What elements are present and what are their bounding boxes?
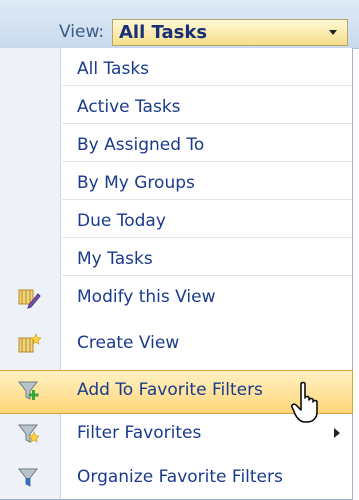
add-filter-icon	[17, 381, 39, 400]
hand-pointer-cursor-icon	[291, 381, 318, 423]
menu-item-modify-this-view[interactable]: Modify this View	[0, 278, 352, 322]
menu-item-my-tasks[interactable]: My Tasks	[0, 238, 352, 276]
menu-item-all-tasks[interactable]: All Tasks	[0, 48, 352, 86]
chevron-down-icon[interactable]	[329, 30, 337, 35]
menu-item-by-assigned-to[interactable]: By Assigned To	[0, 124, 352, 162]
menu-item-by-my-groups[interactable]: By My Groups	[0, 162, 352, 200]
organize-filters-icon	[17, 468, 39, 487]
menu-item-label: All Tasks	[77, 59, 150, 79]
menu-item-label: My Tasks	[77, 249, 153, 269]
submenu-arrow-icon	[334, 428, 340, 438]
create-view-icon	[18, 333, 41, 353]
menu-item-label: Modify this View	[77, 287, 216, 307]
view-bar: View: All Tasks	[0, 0, 359, 49]
menu-item-label: By Assigned To	[77, 135, 205, 155]
divider	[60, 275, 352, 276]
filter-favorites-icon	[17, 424, 40, 443]
modify-view-icon	[18, 289, 41, 309]
menu-item-label: By My Groups	[77, 173, 195, 193]
view-selector-dropdown[interactable]: All Tasks	[112, 19, 348, 46]
menu-item-label: Organize Favorite Filters	[77, 467, 283, 487]
view-label: View:	[59, 22, 105, 42]
menu-item-label: Active Tasks	[77, 97, 181, 117]
menu-item-organize-favorite-filters[interactable]: Organize Favorite Filters	[0, 458, 352, 499]
menu-item-label: Filter Favorites	[77, 423, 202, 443]
menu-item-label: Add To Favorite Filters	[77, 380, 263, 400]
menu-item-active-tasks[interactable]: Active Tasks	[0, 86, 352, 124]
view-menu: All Tasks Active Tasks By Assigned To By…	[0, 48, 353, 500]
menu-item-label: Create View	[77, 333, 180, 353]
view-selected-value: All Tasks	[119, 22, 208, 43]
menu-item-label: Due Today	[77, 211, 166, 231]
menu-item-create-view[interactable]: Create View	[0, 324, 352, 368]
menu-item-due-today[interactable]: Due Today	[0, 200, 352, 238]
